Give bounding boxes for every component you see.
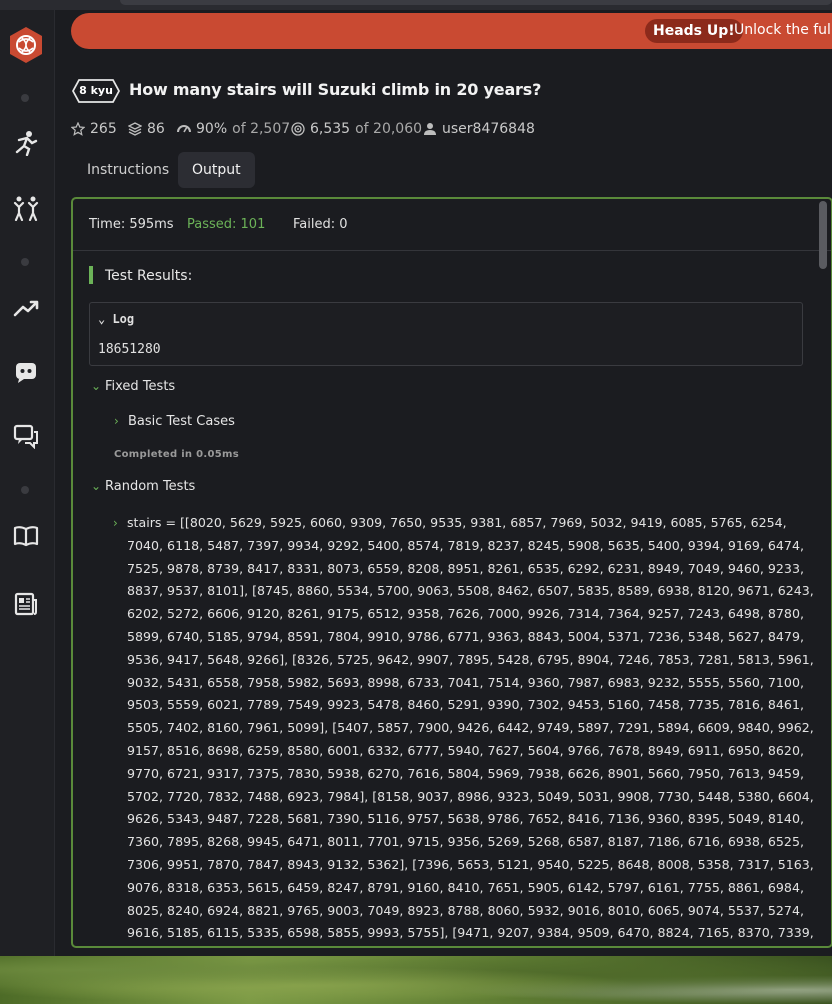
sidebar-divider-dot <box>21 94 29 102</box>
chevron-down-icon: ⌄ <box>91 479 102 493</box>
leaderboard-trend-icon[interactable] <box>13 295 39 321</box>
author-stat[interactable]: user8476848 <box>423 121 535 137</box>
rank-label: 8 kyu <box>79 84 113 97</box>
heads-up-badge: Heads Up! <box>645 19 743 43</box>
gauge-icon <box>177 125 191 133</box>
sidebar <box>0 10 55 956</box>
discussion-icon[interactable] <box>13 423 39 450</box>
satisfaction-stat: 90% of 2,507 <box>177 121 290 137</box>
sidebar-divider-dot <box>21 486 29 494</box>
basic-test-cases-toggle[interactable]: › Basic Test Cases <box>114 414 235 429</box>
log-value: 18651280 <box>98 342 161 357</box>
upgrade-banner[interactable]: Heads Up! Unlock the full p <box>71 13 832 49</box>
layers-icon <box>128 122 142 136</box>
star-icon <box>71 122 85 136</box>
failed-count: Failed: 0 <box>293 217 348 232</box>
tab-output[interactable]: Output <box>178 152 255 188</box>
target-icon <box>291 122 305 136</box>
tab-instructions[interactable]: Instructions <box>73 152 183 188</box>
log-box: ⌄ Log 18651280 <box>89 302 803 366</box>
discord-icon[interactable] <box>13 359 39 385</box>
chevron-down-icon: ⌄ <box>98 312 113 326</box>
blog-newspaper-icon[interactable] <box>13 591 39 617</box>
test-results-heading: Test Results: <box>105 268 193 284</box>
rank-badge: 8 kyu <box>72 79 120 103</box>
results-accent-bar <box>89 266 93 284</box>
banner-text[interactable]: Unlock the full p <box>734 22 832 38</box>
codewars-logo-icon[interactable] <box>8 26 44 64</box>
docs-book-icon[interactable] <box>13 523 39 549</box>
desktop-wallpaper <box>0 956 832 1004</box>
collections-stat[interactable]: 86 <box>128 121 165 137</box>
kumite-icon[interactable] <box>13 195 39 222</box>
log-toggle[interactable]: ⌄ Log <box>98 312 134 326</box>
output-summary: Time: 595ms Passed: 101 Failed: 0 <box>73 199 831 251</box>
chevron-right-icon: › <box>114 414 119 428</box>
passed-count: Passed: 101 <box>187 217 266 232</box>
output-panel: Time: 595ms Passed: 101 Failed: 0 Test R… <box>71 197 832 948</box>
completed-time: Completed in 0.05ms <box>114 449 239 460</box>
stairs-test-input: stairs = [[8020, 5629, 5925, 6060, 9309,… <box>127 515 814 941</box>
random-tests-toggle[interactable]: ⌄ Random Tests <box>91 479 195 494</box>
sidebar-divider-dot <box>21 258 29 266</box>
time-label: Time: 595ms <box>89 217 174 232</box>
kata-title: How many stairs will Suzuki climb in 20 … <box>129 80 542 99</box>
training-icon[interactable] <box>13 130 39 157</box>
fixed-tests-toggle[interactable]: ⌄ Fixed Tests <box>91 379 175 394</box>
completions-stat: 6,535 of 20,060 <box>291 121 422 137</box>
stars-stat[interactable]: 265 <box>71 121 117 137</box>
browser-tab-edge <box>120 0 832 5</box>
chevron-down-icon: ⌄ <box>91 379 102 393</box>
browser-top-strip <box>0 0 832 10</box>
scrollbar-thumb[interactable] <box>819 201 827 269</box>
chevron-right-icon[interactable]: › <box>113 512 118 535</box>
user-icon <box>424 123 436 135</box>
